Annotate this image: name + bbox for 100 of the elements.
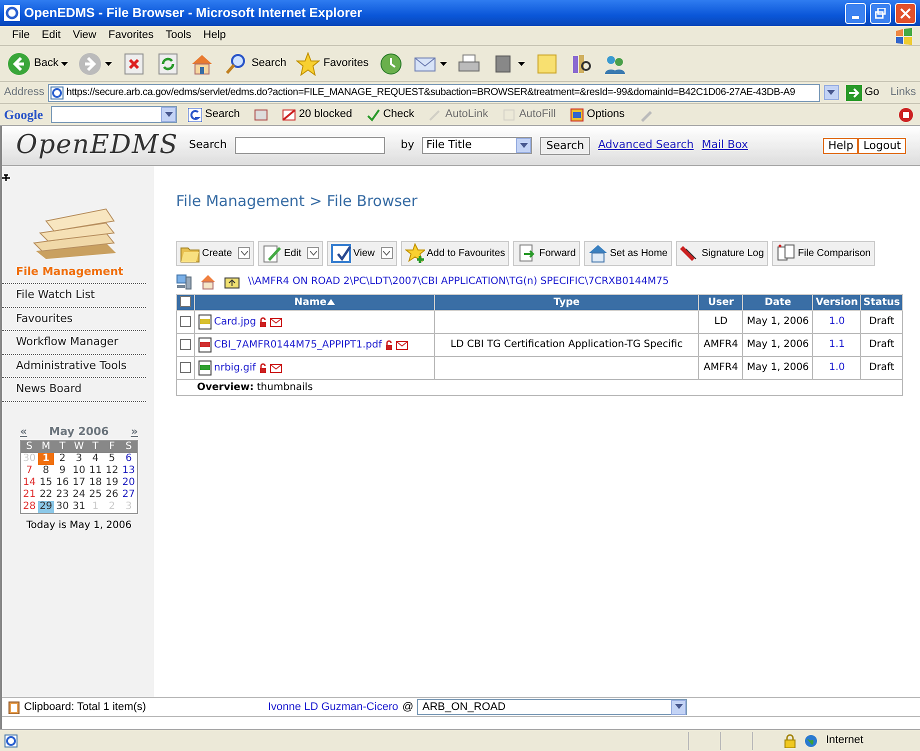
action-button[interactable]: View <box>327 240 397 266</box>
calendar-day[interactable]: 30 <box>54 501 71 514</box>
calendar-day[interactable]: 16 <box>54 477 71 489</box>
version-link[interactable]: 1.0 <box>828 316 845 327</box>
calendar-day[interactable]: 6 <box>120 453 138 465</box>
calendar-day[interactable]: 8 <box>38 465 54 477</box>
header-link[interactable]: Mail Box <box>702 137 748 154</box>
version-link[interactable]: 1.0 <box>828 362 845 373</box>
action-button[interactable]: Add to Favourites <box>400 240 510 266</box>
calendar-day[interactable]: 3 <box>70 453 88 465</box>
google-search-field[interactable] <box>51 106 177 123</box>
dropdown-button[interactable] <box>824 85 839 100</box>
lock-icon[interactable] <box>259 316 268 326</box>
toolbar-button[interactable]: Check <box>363 104 418 125</box>
action-button[interactable]: Signature Log <box>676 240 768 266</box>
menu-item[interactable]: Favorites <box>102 27 160 44</box>
action-button[interactable]: Forward <box>513 240 580 266</box>
calendar-day[interactable]: 2 <box>54 453 71 465</box>
calendar-day[interactable]: 20 <box>120 477 138 489</box>
calendar-day[interactable]: 17 <box>70 477 88 489</box>
house-icon[interactable] <box>200 274 216 290</box>
weekday-header: S <box>120 440 138 453</box>
domain-select[interactable]: ARB_ON_ROAD <box>417 699 688 715</box>
row-checkbox[interactable] <box>180 316 191 327</box>
toolbar-button[interactable]: Favorites <box>293 50 372 78</box>
calendar-day[interactable]: 22 <box>38 489 54 501</box>
google-logo[interactable]: Google <box>4 104 43 124</box>
calendar-day[interactable]: 15 <box>38 477 54 489</box>
translate-icon[interactable] <box>898 106 916 122</box>
user-name-link[interactable]: Ivonne LD Guzman-Cicero <box>268 698 398 716</box>
minimize-button[interactable] <box>845 2 866 24</box>
calendar-day[interactable]: 7 <box>20 465 38 477</box>
calendar-day[interactable]: 29 <box>38 501 54 514</box>
search-button[interactable]: Search <box>540 136 590 154</box>
toolbar-button[interactable]: Back <box>4 50 72 78</box>
toolbar-button[interactable]: Search <box>185 104 243 125</box>
calendar-day[interactable]: 12 <box>104 465 120 477</box>
lock-icon[interactable] <box>384 340 393 350</box>
calendar-prev-link[interactable]: « <box>20 424 28 440</box>
search-by-select[interactable]: File Title <box>422 137 532 154</box>
calendar-day[interactable]: 24 <box>70 489 88 501</box>
action-button[interactable]: File Comparison <box>772 240 875 266</box>
menu-item[interactable]: Edit <box>36 27 67 44</box>
computer-icon[interactable] <box>176 274 192 290</box>
calendar-day[interactable]: 27 <box>120 489 138 501</box>
file-name-link[interactable]: nrbig.gif <box>214 362 256 374</box>
menu-item[interactable]: View <box>66 27 102 44</box>
select-all-checkbox[interactable] <box>180 296 191 308</box>
calendar-day[interactable]: 5 <box>104 453 120 465</box>
calendar-day[interactable]: 31 <box>70 501 88 514</box>
address-field[interactable]: https://secure.arb.ca.gov/edms/servlet/edms.do?action=FILE_MANAGE_REQUEST&subaction=BROWSER&treatment=&resId=-99&domainId=B42C1D06-27AE-43DB-A9 <box>48 84 820 102</box>
calendar-day[interactable]: 14 <box>20 477 38 489</box>
header-link[interactable]: Advanced Search <box>598 137 694 154</box>
row-checkbox[interactable] <box>180 362 191 373</box>
sidebar-item[interactable]: News Board <box>2 378 146 402</box>
header-button[interactable]: Help <box>823 138 858 154</box>
calendar-day[interactable]: 25 <box>87 489 104 501</box>
menu-item[interactable]: Help <box>197 27 232 44</box>
calendar-day[interactable]: 23 <box>54 489 71 501</box>
clipboard-icon[interactable] <box>8 700 20 714</box>
folder-up-icon[interactable] <box>224 274 240 288</box>
calendar-day[interactable]: 11 <box>87 465 104 477</box>
envelope-icon[interactable] <box>270 362 282 372</box>
toolbar-button[interactable]: 20 blocked <box>278 104 356 125</box>
folder-path-link[interactable]: \\AMFR4 ON ROAD 2\PC\LDT\2007\CBI APPLICATION\TG(n) SPECIFIC\7CRXB0144M75 <box>248 274 669 289</box>
calendar-day[interactable]: 9 <box>54 465 71 477</box>
envelope-icon[interactable] <box>270 316 282 326</box>
restore-button[interactable] <box>870 2 891 24</box>
go-button[interactable]: Go <box>842 82 882 103</box>
envelope-icon[interactable] <box>396 340 408 350</box>
column-header[interactable]: Type <box>554 296 580 308</box>
calendar-day[interactable]: 10 <box>70 465 88 477</box>
row-checkbox[interactable] <box>180 338 191 350</box>
action-button[interactable]: Create <box>176 240 254 266</box>
toolbar-button[interactable]: Search <box>221 50 290 78</box>
calendar-next-link[interactable]: » <box>130 424 138 440</box>
toolbar-button[interactable]: Options <box>566 104 628 125</box>
links-label[interactable]: Links <box>890 84 916 101</box>
calendar-day[interactable]: 18 <box>87 477 104 489</box>
action-button[interactable]: Set as Home <box>584 240 672 266</box>
search-field[interactable] <box>234 137 385 154</box>
calendar-day[interactable]: 26 <box>104 489 120 501</box>
lock-icon[interactable] <box>258 362 267 372</box>
file-name-link[interactable]: Card.jpg <box>214 316 256 328</box>
sidebar-item[interactable]: Administrative Tools <box>2 354 146 378</box>
calendar-day[interactable]: 21 <box>20 489 38 501</box>
menu-item[interactable]: Tools <box>160 27 198 44</box>
header-button[interactable]: Logout <box>858 138 906 154</box>
calendar-day[interactable]: 28 <box>20 501 38 514</box>
sidebar-item[interactable]: Workflow Manager <box>2 331 146 354</box>
calendar-day[interactable]: 13 <box>120 465 138 477</box>
close-button[interactable] <box>895 2 916 24</box>
column-header[interactable]: Name <box>294 296 335 308</box>
action-button[interactable]: Edit <box>258 240 324 266</box>
menu-item[interactable]: File <box>6 27 36 44</box>
calendar-day[interactable]: 19 <box>104 477 120 489</box>
sidebar-item[interactable]: File Watch List <box>2 284 146 308</box>
version-link[interactable]: 1.1 <box>828 339 845 350</box>
calendar-day[interactable]: 4 <box>87 453 104 465</box>
sidebar-item[interactable]: Favourites <box>2 308 146 331</box>
